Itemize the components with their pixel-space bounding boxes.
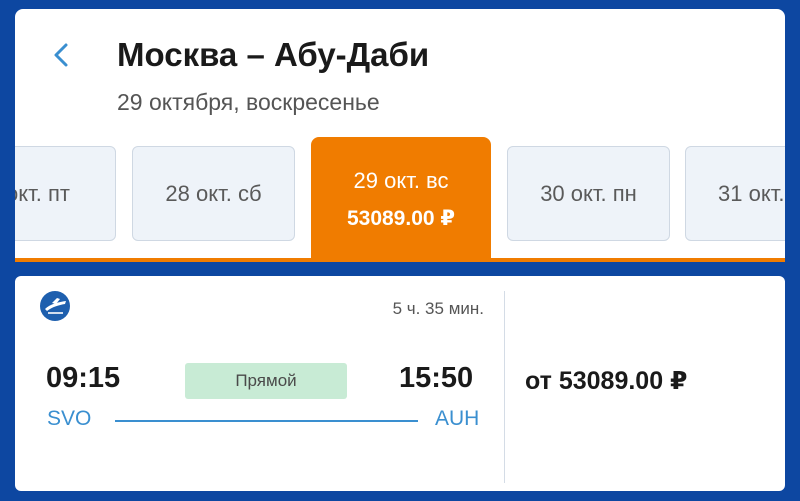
card-divider	[504, 291, 505, 483]
arrival-time: 15:50	[399, 362, 474, 394]
header-card: Москва – Абу-Даби 29 октября, воскресень…	[15, 9, 785, 262]
direct-flight-badge: Прямой	[185, 363, 347, 399]
airline-logo-icon	[40, 291, 70, 321]
route-title: Москва – Абу-Даби	[117, 36, 430, 73]
date-chip-label: 28 окт. сб	[165, 180, 262, 206]
departure-airport-code: SVO	[47, 407, 92, 430]
date-chip-27[interactable]: окт. пт	[15, 146, 116, 241]
date-chip-30[interactable]: 30 окт. пн	[507, 146, 670, 241]
date-chip-29-selected[interactable]: 29 окт. вс 53089.00 ₽	[311, 137, 491, 262]
date-chip-label: 31 окт.	[718, 180, 785, 206]
date-chip-label: 30 окт. пн	[540, 180, 637, 206]
departure-time: 09:15	[46, 362, 121, 394]
route-date: 29 октября, воскресенье	[117, 89, 380, 115]
date-chip-label: 29 окт. вс	[353, 168, 449, 193]
date-chip-price: 53089.00 ₽	[346, 207, 456, 230]
flight-price: от 53089.00 ₽	[525, 367, 688, 395]
date-chip-31[interactable]: 31 окт.	[685, 146, 785, 241]
arrival-airport-code: AUH	[435, 407, 480, 430]
flight-duration: 5 ч. 35 мин.	[392, 299, 484, 318]
date-chip-label: окт. пт	[15, 180, 70, 206]
flight-card[interactable]: 5 ч. 35 мин. 09:15 Прямой 15:50 SVO AUH …	[15, 276, 785, 491]
back-button[interactable]	[47, 39, 75, 71]
date-chip-28[interactable]: 28 окт. сб	[132, 146, 295, 241]
chevron-left-icon	[54, 43, 68, 67]
route-line	[115, 420, 418, 422]
date-selector: окт. пт 28 окт. сб 29 окт. вс 53089.00 ₽…	[15, 137, 785, 262]
